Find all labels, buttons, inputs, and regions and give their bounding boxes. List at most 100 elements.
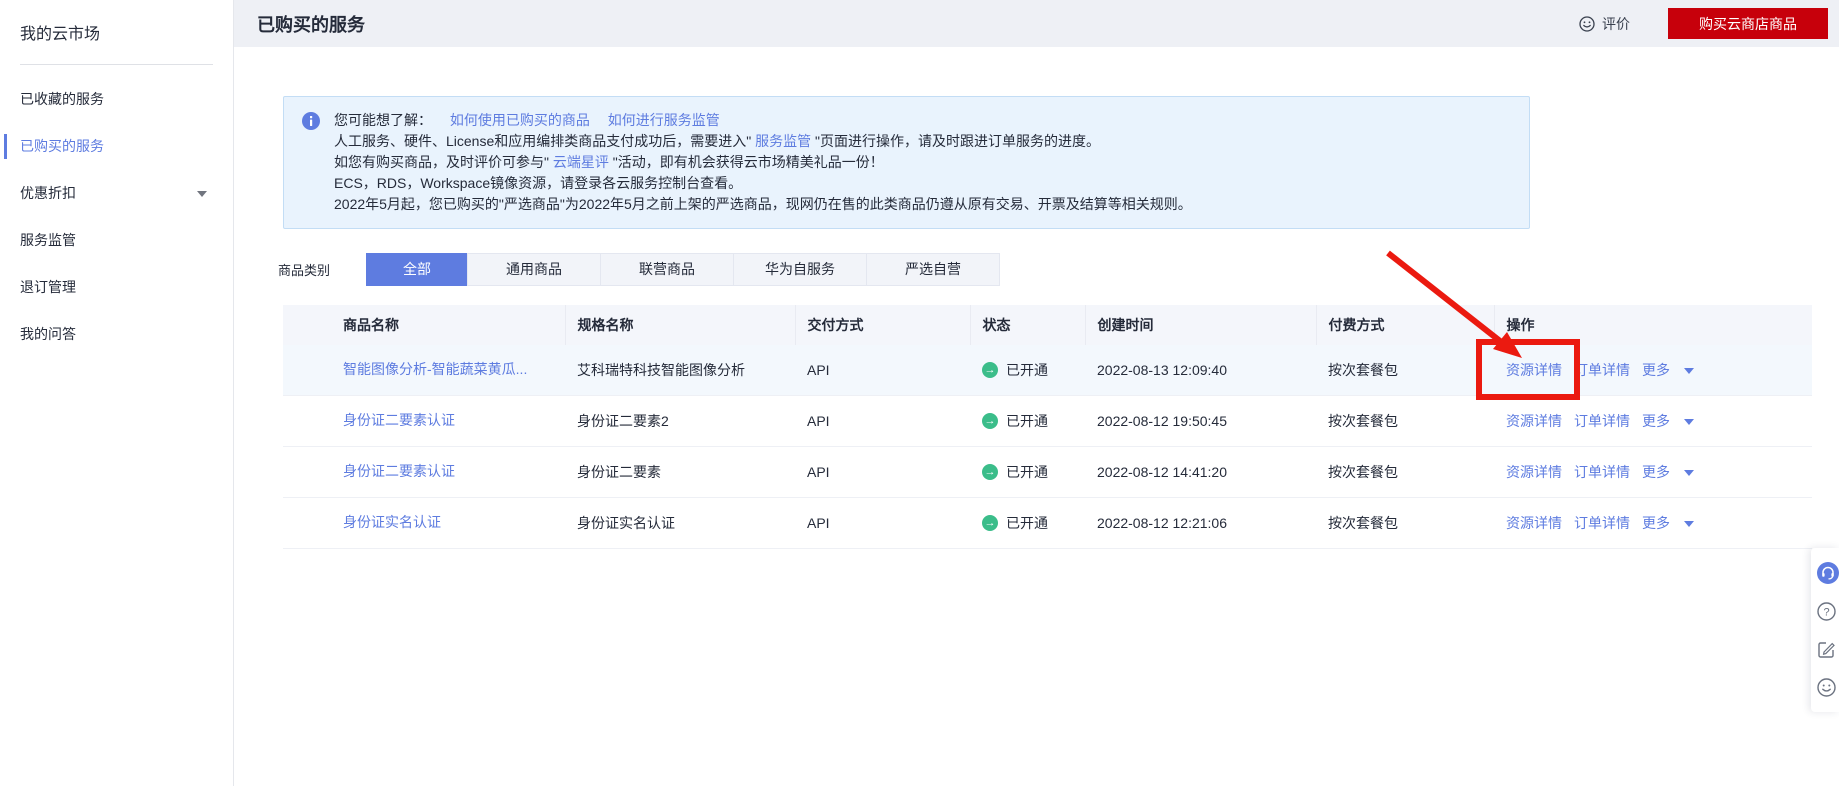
link-service-supervision[interactable]: 服务监管 (755, 133, 811, 149)
content-panel: 您可能想了解： 如何使用已购买的商品 如何进行服务监管 人工服务、硬件、Lice… (234, 47, 1839, 786)
more-link[interactable]: 更多 (1642, 362, 1670, 378)
col-delivery-method: 交付方式 (794, 305, 970, 345)
smiley-icon (1579, 15, 1595, 32)
spec-name: 身份证二要素 (565, 446, 795, 498)
page-header: 已购买的服务 评价 购买云商店商品 (234, 0, 1839, 47)
spec-name: 艾科瑞特科技智能图像分析 (565, 345, 795, 396)
sidebar-item-label: 已收藏的服务 (20, 91, 104, 107)
product-name-link[interactable]: 身份证实名认证 (343, 512, 441, 532)
status-enabled-icon: → (982, 362, 998, 378)
col-status: 状态 (969, 305, 1085, 345)
product-name-link[interactable]: 身份证二要素认证 (343, 461, 455, 481)
resource-details-link[interactable]: 资源详情 (1506, 413, 1562, 429)
category-filter: 商品类别 全部 通用商品 联营商品 华为自服务 严选自营 (278, 253, 1001, 286)
status-badge: 已开通 (1006, 413, 1048, 429)
table-row: 身份证二要素认证 身份证二要素 API → 已开通 2022-08-12 14:4… (283, 446, 1812, 498)
sidebar-item-label: 退订管理 (20, 279, 76, 295)
product-name-link[interactable]: 身份证二要素认证 (343, 410, 455, 430)
notice-text: 如您有购买商品，及时评价可参与" (334, 154, 553, 170)
notice-intro: 您可能想了解： (334, 112, 432, 128)
tab-all[interactable]: 全部 (366, 253, 469, 286)
spec-name: 身份证实名认证 (565, 497, 795, 549)
created-time: 2022-08-12 12:21:06 (1085, 497, 1316, 549)
payment-method: 按次套餐包 (1316, 497, 1494, 549)
table-row: 身份证实名认证 身份证实名认证 API → 已开通 2022-08-12 12:2… (283, 497, 1812, 549)
table-row: 身份证二要素认证 身份证二要素2 API → 已开通 2022-08-12 19:… (283, 395, 1812, 447)
col-actions: 操作 (1493, 305, 1812, 345)
notice-text: "活动，即有机会获得云市场精美礼品一份！ (608, 154, 884, 170)
feedback-edit-icon[interactable] (1817, 640, 1836, 659)
floating-toolbar: ? (1811, 548, 1839, 712)
more-link[interactable]: 更多 (1642, 413, 1670, 429)
tab-joint-products[interactable]: 联营商品 (600, 253, 735, 286)
link-cloud-star-review[interactable]: 云端星评 (553, 154, 609, 170)
tab-general-products[interactable]: 通用商品 (467, 253, 602, 286)
status-enabled-icon: → (982, 413, 998, 429)
chevron-down-icon (1684, 470, 1694, 476)
order-details-link[interactable]: 订单详情 (1574, 464, 1630, 480)
notice-line-2: 人工服务、硬件、License和应用编排类商品支付成功后，需要进入" 服务监管 … (334, 131, 1505, 152)
status-enabled-icon: → (982, 515, 998, 531)
info-icon (302, 112, 320, 130)
tab-strict-selection[interactable]: 严选自营 (866, 253, 1001, 286)
link-how-to-use-purchased-products[interactable]: 如何使用已购买的商品 (450, 112, 590, 128)
svg-text:?: ? (1823, 606, 1829, 618)
product-name-link[interactable]: 智能图像分析-智能蔬菜黄瓜... (343, 359, 527, 379)
status-badge: 已开通 (1006, 515, 1048, 531)
status-enabled-icon: → (982, 464, 998, 480)
notice-text: "页面进行操作，请及时跟进订单服务的进度。 (811, 133, 1100, 149)
col-created-time: 创建时间 (1084, 305, 1316, 345)
sidebar-item-label: 我的问答 (20, 326, 76, 342)
more-link[interactable]: 更多 (1642, 464, 1670, 480)
link-how-to-service-supervision[interactable]: 如何进行服务监管 (608, 112, 720, 128)
order-details-link[interactable]: 订单详情 (1574, 515, 1630, 531)
resource-details-link[interactable]: 资源详情 (1506, 515, 1562, 531)
sidebar-item-label: 服务监管 (20, 232, 76, 248)
status-badge: 已开通 (1006, 464, 1048, 480)
sidebar-item-purchased-services[interactable]: 已购买的服务 (0, 123, 233, 170)
notice-line-3: 如您有购买商品，及时评价可参与" 云端星评 "活动，即有机会获得云市场精美礼品一… (334, 152, 1505, 173)
page-title: 已购买的服务 (257, 14, 365, 35)
resource-details-link[interactable]: 资源详情 (1506, 362, 1562, 378)
sidebar-item-my-qa[interactable]: 我的问答 (0, 311, 233, 358)
main-area: 已购买的服务 评价 购买云商店商品 您可能想了解： 如何使用已购买的商品 如何进… (234, 0, 1839, 786)
sidebar: 我的云市场 已收藏的服务 已购买的服务 优惠折扣 服务监管 退订管理 我的问答 (0, 0, 234, 786)
chevron-down-icon (197, 190, 207, 197)
sidebar-item-favorited-services[interactable]: 已收藏的服务 (0, 76, 233, 123)
created-time: 2022-08-13 12:09:40 (1085, 345, 1316, 396)
smiley-review-icon[interactable] (1817, 677, 1836, 697)
payment-method: 按次套餐包 (1316, 345, 1494, 396)
sidebar-item-service-supervision[interactable]: 服务监管 (0, 217, 233, 264)
sidebar-item-unsubscribe-management[interactable]: 退订管理 (0, 264, 233, 311)
payment-method: 按次套餐包 (1316, 446, 1494, 498)
tab-huawei-self-service[interactable]: 华为自服务 (733, 253, 868, 286)
category-tabs: 全部 通用商品 联营商品 华为自服务 严选自营 (366, 253, 1001, 286)
col-payment-method: 付费方式 (1315, 305, 1494, 345)
purchased-services-table: 商品名称 规格名称 交付方式 状态 创建时间 付费方式 操作 智能图像分析-智能… (283, 305, 1812, 549)
sidebar-item-label: 优惠折扣 (20, 185, 76, 201)
sidebar-item-discounts[interactable]: 优惠折扣 (0, 170, 233, 217)
created-time: 2022-08-12 14:41:20 (1085, 446, 1316, 498)
chevron-down-icon (1684, 368, 1694, 374)
col-spec-name: 规格名称 (564, 305, 795, 345)
notice-banner: 您可能想了解： 如何使用已购买的商品 如何进行服务监管 人工服务、硬件、Lice… (283, 96, 1530, 229)
table-header-row: 商品名称 规格名称 交付方式 状态 创建时间 付费方式 操作 (283, 305, 1812, 345)
review-button[interactable]: 评价 (1579, 14, 1630, 34)
help-question-icon[interactable]: ? (1817, 601, 1836, 621)
more-link[interactable]: 更多 (1642, 515, 1670, 531)
notice-line-1: 您可能想了解： 如何使用已购买的商品 如何进行服务监管 (334, 110, 1505, 131)
headset-support-icon[interactable] (1817, 562, 1839, 584)
resource-details-link[interactable]: 资源详情 (1506, 464, 1562, 480)
table-row: 智能图像分析-智能蔬菜黄瓜... 艾科瑞特科技智能图像分析 API → 已开通 2… (283, 345, 1812, 396)
sidebar-title: 我的云市场 (20, 26, 101, 43)
chevron-down-icon (1684, 521, 1694, 527)
payment-method: 按次套餐包 (1316, 395, 1494, 447)
order-details-link[interactable]: 订单详情 (1574, 362, 1630, 378)
buy-cloud-store-product-button[interactable]: 购买云商店商品 (1668, 8, 1828, 39)
created-time: 2022-08-12 19:50:45 (1085, 395, 1316, 447)
review-label: 评价 (1602, 15, 1630, 32)
notice-line-5: 2022年5月起，您已购买的"严选商品"为2022年5月之前上架的严选商品，现网… (334, 196, 1192, 212)
delivery-method: API (795, 345, 970, 396)
spec-name: 身份证二要素2 (565, 395, 795, 447)
order-details-link[interactable]: 订单详情 (1574, 413, 1630, 429)
